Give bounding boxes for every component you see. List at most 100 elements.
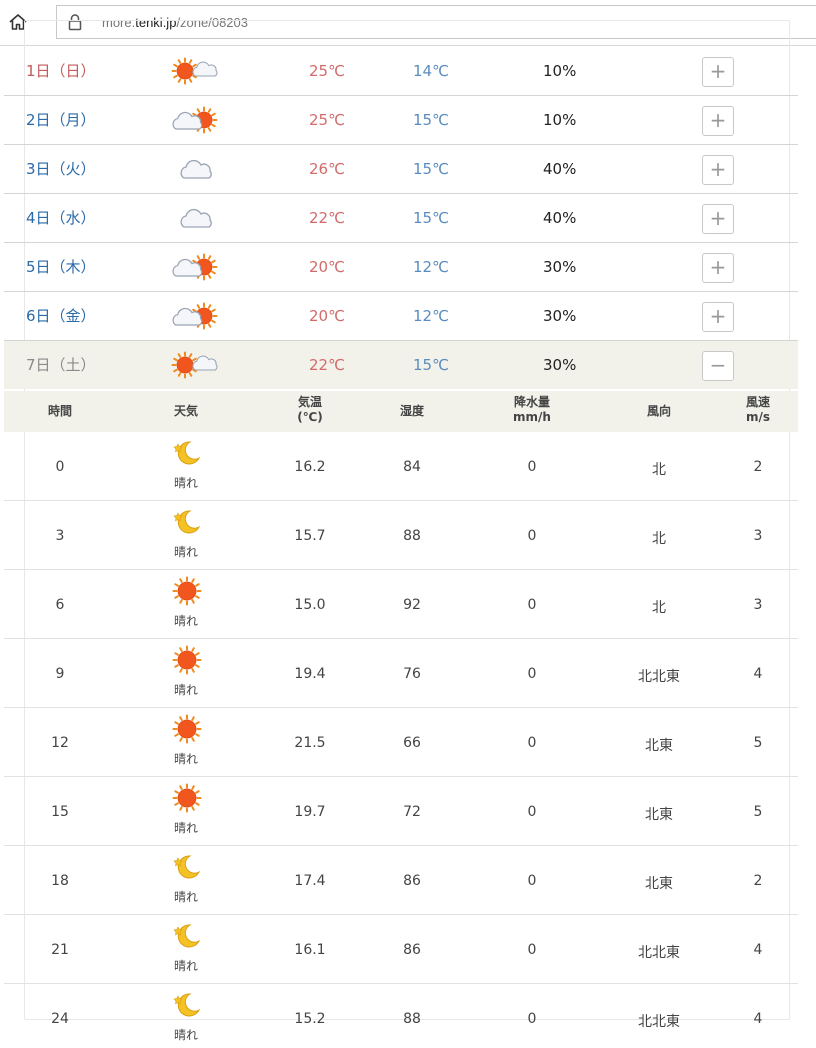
low-temperature: 12℃: [413, 307, 449, 325]
hour-humidity: 84: [403, 459, 421, 475]
hourly-row: 24 晴れ 15.2 88 0 北北東 4: [4, 984, 798, 1048]
hour-temperature: 15.2: [294, 1011, 326, 1027]
expand-button[interactable]: +: [702, 204, 734, 234]
hour-temperature: 19.7: [294, 804, 326, 820]
hour-time: 12: [51, 735, 69, 751]
hour-wind-speed: 4: [753, 666, 763, 682]
day-date: 5日（木）: [26, 258, 96, 276]
hour-wind-direction: 北北東: [638, 945, 680, 961]
moon-icon: [172, 507, 202, 537]
hour-time: 0: [55, 459, 65, 475]
moon-icon: [172, 438, 202, 468]
precipitation-probability: 30%: [543, 258, 577, 276]
hourly-row: 12 晴れ 21.5 66 0 北東 5: [4, 708, 798, 777]
hour-wind-speed: 2: [753, 873, 763, 889]
hour-time: 21: [51, 942, 69, 958]
hour-time: 24: [51, 1011, 69, 1027]
hourly-row: 6 晴れ 15.0 92 0 北 3: [4, 570, 798, 639]
precipitation-probability: 10%: [543, 62, 577, 80]
hour-temperature: 16.1: [294, 942, 326, 958]
hour-humidity: 88: [403, 1011, 421, 1027]
hour-wind-speed: 5: [753, 804, 763, 820]
hour-time: 6: [55, 597, 65, 613]
header-temperature: 気温 (℃): [297, 395, 323, 424]
day-date: 6日（金）: [26, 307, 96, 325]
header-wind-speed: 風速 m/s: [745, 395, 771, 424]
precipitation-probability: 10%: [543, 111, 577, 129]
day-date: 7日（土）: [26, 356, 96, 374]
header-humidity: 湿度: [399, 404, 424, 418]
hour-precipitation: 0: [527, 597, 537, 613]
hourly-row: 3 晴れ 15.7 88 0 北 3: [4, 501, 798, 570]
weather-label: 晴れ: [173, 545, 198, 559]
daily-row: 3日（火） 26℃ 15℃ 40% +: [4, 145, 798, 194]
cloud-sun-icon: [170, 251, 220, 283]
high-temperature: 20℃: [309, 258, 345, 276]
hour-humidity: 66: [403, 735, 421, 751]
hour-wind-speed: 4: [753, 942, 763, 958]
weather-label: 晴れ: [173, 683, 198, 697]
hour-time: 3: [55, 528, 65, 544]
moon-icon: [172, 990, 202, 1020]
cloud-icon: [170, 153, 220, 185]
hour-precipitation: 0: [527, 1011, 537, 1027]
hour-wind-speed: 3: [753, 528, 763, 544]
weather-label: 晴れ: [173, 476, 198, 490]
high-temperature: 25℃: [309, 111, 345, 129]
hour-humidity: 72: [403, 804, 421, 820]
low-temperature: 14℃: [413, 62, 449, 80]
weather-label: 晴れ: [173, 614, 198, 628]
daily-row: 7日（土） 22℃ 15℃ 30% −: [4, 341, 798, 389]
hour-temperature: 21.5: [294, 735, 326, 751]
home-icon[interactable]: [8, 12, 28, 32]
expand-button[interactable]: +: [702, 155, 734, 185]
url-field[interactable]: more.tenki.jp/zone/08203: [56, 5, 816, 39]
sun-icon: [172, 645, 202, 675]
hour-humidity: 88: [403, 528, 421, 544]
daily-row: 4日（水） 22℃ 15℃ 40% +: [4, 194, 798, 243]
lock-icon: [68, 14, 82, 31]
daily-row: 1日（日） 25℃ 14℃ 10% +: [4, 47, 798, 96]
hour-time: 18: [51, 873, 69, 889]
sun-cloud-icon: [170, 55, 220, 87]
high-temperature: 22℃: [309, 209, 345, 227]
url-text: more.tenki.jp/zone/08203: [102, 15, 249, 30]
weather-label: 晴れ: [173, 1028, 198, 1042]
hour-precipitation: 0: [527, 459, 537, 475]
precipitation-probability: 40%: [543, 160, 577, 178]
weather-label: 晴れ: [173, 959, 198, 973]
moon-icon: [172, 852, 202, 882]
hour-temperature: 16.2: [294, 459, 326, 475]
expand-button[interactable]: +: [702, 106, 734, 136]
expand-button[interactable]: +: [702, 57, 734, 87]
header-time: 時間: [47, 404, 72, 418]
cloud-sun-icon: [170, 300, 220, 332]
daily-row: 5日（木） 20℃ 12℃ 30% +: [4, 243, 798, 292]
low-temperature: 15℃: [413, 209, 449, 227]
hour-precipitation: 0: [527, 942, 537, 958]
hour-precipitation: 0: [527, 873, 537, 889]
hour-precipitation: 0: [527, 804, 537, 820]
expand-button[interactable]: +: [702, 302, 734, 332]
hour-wind-speed: 4: [753, 1011, 763, 1027]
expand-button[interactable]: +: [702, 253, 734, 283]
precipitation-probability: 40%: [543, 209, 577, 227]
sun-icon: [172, 714, 202, 744]
low-temperature: 12℃: [413, 258, 449, 276]
sun-icon: [172, 576, 202, 606]
cloud-sun-icon: [170, 104, 220, 136]
day-date: 4日（水）: [26, 209, 96, 227]
weather-label: 晴れ: [173, 821, 198, 835]
hour-wind-direction: 北: [652, 531, 666, 547]
hour-time: 9: [55, 666, 65, 682]
daily-row: 2日（月） 25℃ 15℃ 10% +: [4, 96, 798, 145]
moon-icon: [172, 921, 202, 951]
collapse-button[interactable]: −: [702, 351, 734, 381]
weather-label: 晴れ: [173, 890, 198, 904]
hour-wind-direction: 北北東: [638, 669, 680, 685]
hour-temperature: 15.7: [294, 528, 326, 544]
hour-humidity: 92: [403, 597, 421, 613]
hour-time: 15: [51, 804, 69, 820]
hour-precipitation: 0: [527, 735, 537, 751]
high-temperature: 20℃: [309, 307, 345, 325]
